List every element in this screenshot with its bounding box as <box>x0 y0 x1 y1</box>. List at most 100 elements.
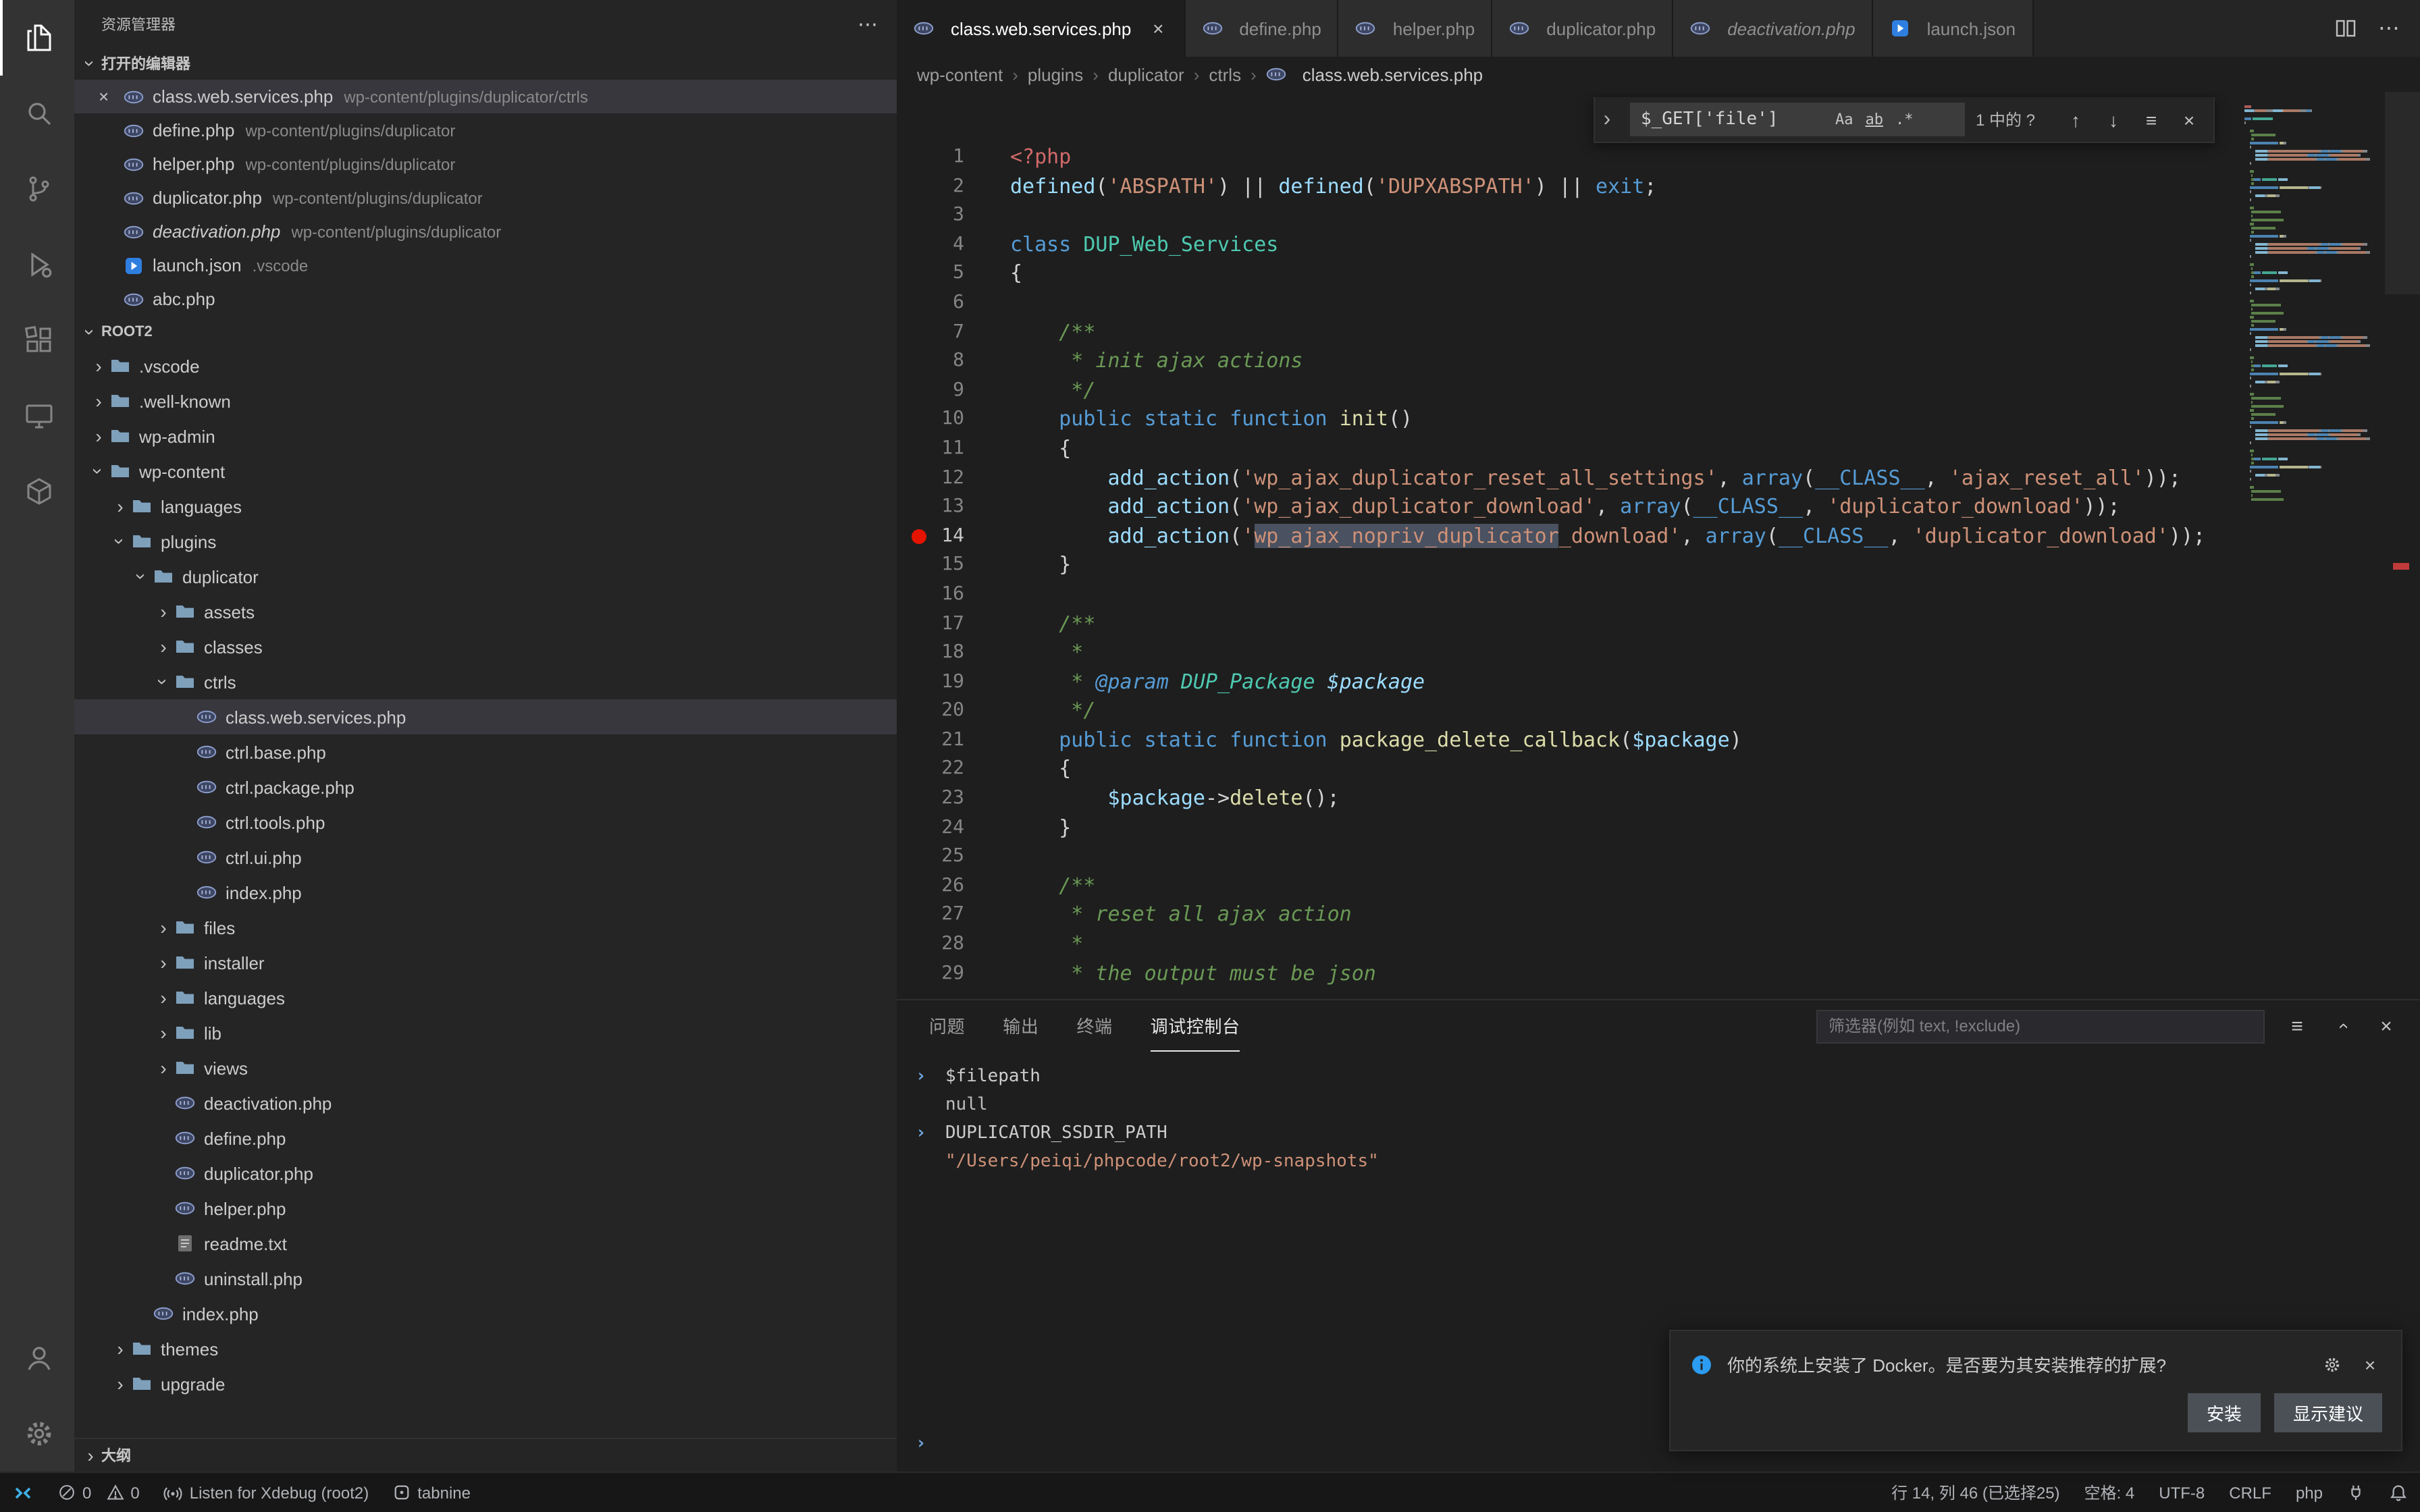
split-editor-icon[interactable] <box>2335 18 2357 39</box>
tree-file-ctrl.package.php[interactable]: ctrl.package.php <box>74 770 897 805</box>
tree-folder-ctrls[interactable]: ›ctrls <box>74 664 897 699</box>
notification-button-安装[interactable]: 安装 <box>2188 1393 2261 1432</box>
line-number[interactable]: 18 <box>897 639 1002 668</box>
panel-tab-问题[interactable]: 问题 <box>929 1000 965 1052</box>
run-debug-icon[interactable] <box>0 227 74 302</box>
tree-folder-views[interactable]: ›views <box>74 1050 897 1085</box>
line-number[interactable]: 11 <box>897 435 1002 464</box>
line-number[interactable]: 17 <box>897 610 1002 639</box>
line-number[interactable]: 10 <box>897 406 1002 435</box>
docker-icon[interactable] <box>0 454 74 529</box>
open-editor-item[interactable]: duplicator.phpwp-content/plugins/duplica… <box>74 181 897 215</box>
root-folder-header[interactable]: › ROOT2 <box>74 316 897 348</box>
line-number[interactable]: 16 <box>897 580 1002 610</box>
tree-file-helper.php[interactable]: helper.php <box>74 1191 897 1226</box>
tree-folder-wp-admin[interactable]: ›wp-admin <box>74 418 897 454</box>
remote-explorer-icon[interactable] <box>0 378 74 454</box>
find-next-icon[interactable]: ↓ <box>2100 109 2127 130</box>
tab-helper.php[interactable]: helper.php <box>1339 0 1492 57</box>
line-number[interactable]: 14 <box>897 522 1002 551</box>
line-number[interactable]: 22 <box>897 755 1002 784</box>
tree-file-duplicator.php[interactable]: duplicator.php <box>74 1156 897 1191</box>
tree-folder-wp-content[interactable]: ›wp-content <box>74 454 897 489</box>
more-actions-icon[interactable]: ⋯ <box>858 11 878 36</box>
breadcrumb-item[interactable]: class.web.services.php <box>1266 63 1483 85</box>
whole-word-icon[interactable]: ab <box>1862 109 1888 130</box>
tree-folder-themes[interactable]: ›themes <box>74 1331 897 1366</box>
tree-file-ctrl.base.php[interactable]: ctrl.base.php <box>74 734 897 770</box>
line-number[interactable]: 27 <box>897 901 1002 930</box>
tree-folder-upgrade[interactable]: ›upgrade <box>74 1366 897 1401</box>
notification-close-icon[interactable]: × <box>2358 1353 2382 1375</box>
breadcrumb-item[interactable]: plugins <box>1028 64 1083 84</box>
settings-icon[interactable] <box>0 1396 74 1472</box>
breadcrumb-item[interactable]: ctrls <box>1209 64 1241 84</box>
tab-deactivation.php[interactable]: deactivation.php <box>1673 0 1872 57</box>
line-number[interactable]: 12 <box>897 464 1002 493</box>
tree-folder-languages[interactable]: ›languages <box>74 489 897 524</box>
panel-tab-调试控制台[interactable]: 调试控制台 <box>1151 1000 1240 1052</box>
open-editor-item[interactable]: helper.phpwp-content/plugins/duplicator <box>74 147 897 181</box>
panel-menu-icon[interactable]: ≡ <box>2285 1015 2309 1037</box>
tree-file-index.php[interactable]: index.php <box>74 1296 897 1331</box>
editor-gutter[interactable]: 1234567891011121314151617181920212223242… <box>897 92 1002 988</box>
tab-define.php[interactable]: define.php <box>1185 0 1338 57</box>
status-xdebug[interactable]: Listen for Xdebug (root2) <box>152 1473 382 1512</box>
scrollbar-slider[interactable] <box>2385 92 2420 294</box>
line-number[interactable]: 8 <box>897 347 1002 376</box>
tab-close-icon[interactable]: × <box>1149 18 1167 39</box>
tree-folder-assets[interactable]: ›assets <box>74 594 897 629</box>
tree-file-ctrl.tools.php[interactable]: ctrl.tools.php <box>74 805 897 840</box>
status-ports[interactable] <box>2335 1473 2377 1512</box>
tree-folder-.well-known[interactable]: ›.well-known <box>74 383 897 418</box>
line-number[interactable]: 23 <box>897 784 1002 813</box>
panel-close-icon[interactable]: × <box>2374 1015 2398 1037</box>
close-icon[interactable]: × <box>99 86 123 107</box>
open-editor-item[interactable]: define.phpwp-content/plugins/duplicator <box>74 113 897 147</box>
tree-file-readme.txt[interactable]: readme.txt <box>74 1226 897 1261</box>
tree-file-deactivation.php[interactable]: deactivation.php <box>74 1085 897 1120</box>
line-number[interactable]: 9 <box>897 377 1002 406</box>
breakpoint-icon[interactable] <box>912 529 926 543</box>
more-actions-icon[interactable]: ⋯ <box>2378 15 2400 42</box>
tab-launch.json[interactable]: launch.json <box>1873 0 2034 57</box>
tree-folder-duplicator[interactable]: ›duplicator <box>74 559 897 594</box>
status-notifications[interactable] <box>2377 1473 2420 1512</box>
console-filter-input[interactable] <box>1816 1009 2265 1043</box>
tree-folder-installer[interactable]: ›installer <box>74 945 897 980</box>
line-number[interactable]: 3 <box>897 201 1002 230</box>
find-input[interactable] <box>1641 109 1827 130</box>
tree-file-uninstall.php[interactable]: uninstall.php <box>74 1261 897 1296</box>
find-previous-icon[interactable]: ↑ <box>2062 109 2089 130</box>
minimap[interactable] <box>2244 105 2385 502</box>
status-encoding[interactable]: UTF-8 <box>2147 1473 2217 1512</box>
open-editor-item[interactable]: ×class.web.services.phpwp-content/plugin… <box>74 80 897 113</box>
match-case-icon[interactable]: Aa <box>1831 109 1858 130</box>
editor-content[interactable]: <?phpdefined('ABSPATH') || defined('DUPX… <box>1010 92 2242 988</box>
line-number[interactable]: 6 <box>897 289 1002 318</box>
tree-folder-.vscode[interactable]: ›.vscode <box>74 348 897 383</box>
tree-folder-languages[interactable]: ›languages <box>74 980 897 1015</box>
source-control-icon[interactable] <box>0 151 74 227</box>
line-number[interactable]: 21 <box>897 726 1002 755</box>
line-number[interactable]: 20 <box>897 697 1002 726</box>
panel-tab-输出[interactable]: 输出 <box>1003 1000 1038 1052</box>
panel-tab-终端[interactable]: 终端 <box>1076 1000 1112 1052</box>
tree-folder-classes[interactable]: ›classes <box>74 629 897 664</box>
find-toggle-replace-icon[interactable]: › <box>1595 97 1619 142</box>
regex-icon[interactable]: .* <box>1891 109 1918 130</box>
extensions-icon[interactable] <box>0 302 74 378</box>
status-tabnine[interactable]: tabnine <box>381 1473 483 1512</box>
outline-header[interactable]: › 大纲 <box>74 1438 897 1472</box>
tree-folder-plugins[interactable]: ›plugins <box>74 524 897 559</box>
line-number[interactable]: 25 <box>897 843 1002 872</box>
status-cursor-position[interactable]: 行 14, 列 46 (已选择25) <box>1879 1473 2072 1512</box>
notification-button-显示建议[interactable]: 显示建议 <box>2274 1393 2382 1432</box>
line-number[interactable]: 5 <box>897 260 1002 289</box>
account-icon[interactable] <box>0 1320 74 1396</box>
tree-folder-files[interactable]: ›files <box>74 910 897 945</box>
find-in-selection-icon[interactable]: ≡ <box>2138 109 2165 130</box>
tab-class.web.services.php[interactable]: class.web.services.php× <box>897 0 1185 57</box>
line-number[interactable]: 28 <box>897 930 1002 959</box>
search-icon[interactable] <box>0 76 74 151</box>
